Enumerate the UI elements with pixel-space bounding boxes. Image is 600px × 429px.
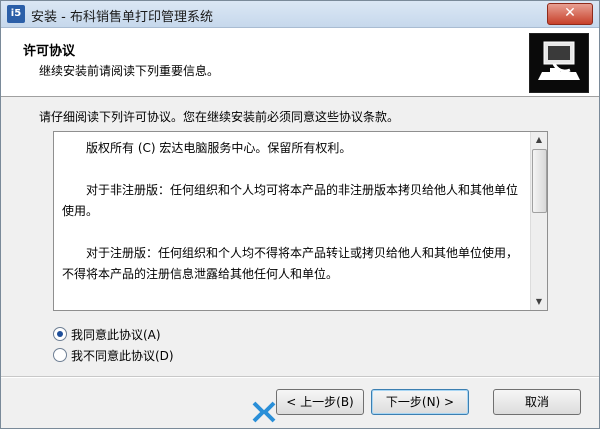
title-bar[interactable]: i5 安装 - 布科销售单打印管理系统 ✕ [1,1,599,28]
license-paragraph: 对于非注册版：任何组织和个人均可将本产品的非注册版本拷贝给他人和其他单位使用。 [62,183,519,218]
license-scrollbar[interactable]: ▲ ▼ [530,132,547,310]
license-prompt: 请仔细阅读下列许可协议。您在继续安装前必须同意这些协议条款。 [39,110,400,124]
installer-window: i5 安装 - 布科销售单打印管理系统 ✕ 许可协议 继续安装前请阅读下列重要信… [0,0,600,429]
scroll-down-arrow-icon[interactable]: ▼ [531,294,547,310]
license-text: 版权所有 (C) 宏达电脑服务中心。保留所有权利。 对于非注册版：任何组织和个人… [62,138,522,306]
cancel-button[interactable]: 取消 [493,389,581,415]
accept-radio-label: 我同意此协议(A) [71,328,161,342]
license-textbox[interactable]: 版权所有 (C) 宏达电脑服务中心。保留所有权利。 对于非注册版：任何组织和个人… [53,131,548,311]
decline-radio-label: 我不同意此协议(D) [71,349,174,363]
scroll-thumb[interactable] [532,149,547,213]
window-title: 安装 - 布科销售单打印管理系统 [31,10,213,25]
scroll-up-arrow-icon[interactable]: ▲ [531,132,547,148]
license-paragraph: 对于注册版：任何组织和个人均不得将本产品转让或拷贝给他人和其他单位使用，不得将本… [62,246,519,281]
radio-checked-icon [53,327,67,341]
page-title: 许可协议 [23,44,76,59]
page-subtitle: 继续安装前请阅读下列重要信息。 [39,64,220,78]
wizard-header: 许可协议 继续安装前请阅读下列重要信息。 [1,28,599,97]
computer-install-icon [529,33,589,93]
radio-unchecked-icon [53,348,67,362]
back-button[interactable]: < 上一步(B) [276,389,364,415]
close-button[interactable]: ✕ [547,3,593,25]
footer-divider [1,376,599,378]
license-paragraph: 版权所有 (C) 宏达电脑服务中心。保留所有权利。 [86,141,352,155]
installer-icon: i5 [7,5,25,23]
next-button[interactable]: 下一步(N) > [371,389,469,415]
watermark-logo-icon [251,399,277,425]
